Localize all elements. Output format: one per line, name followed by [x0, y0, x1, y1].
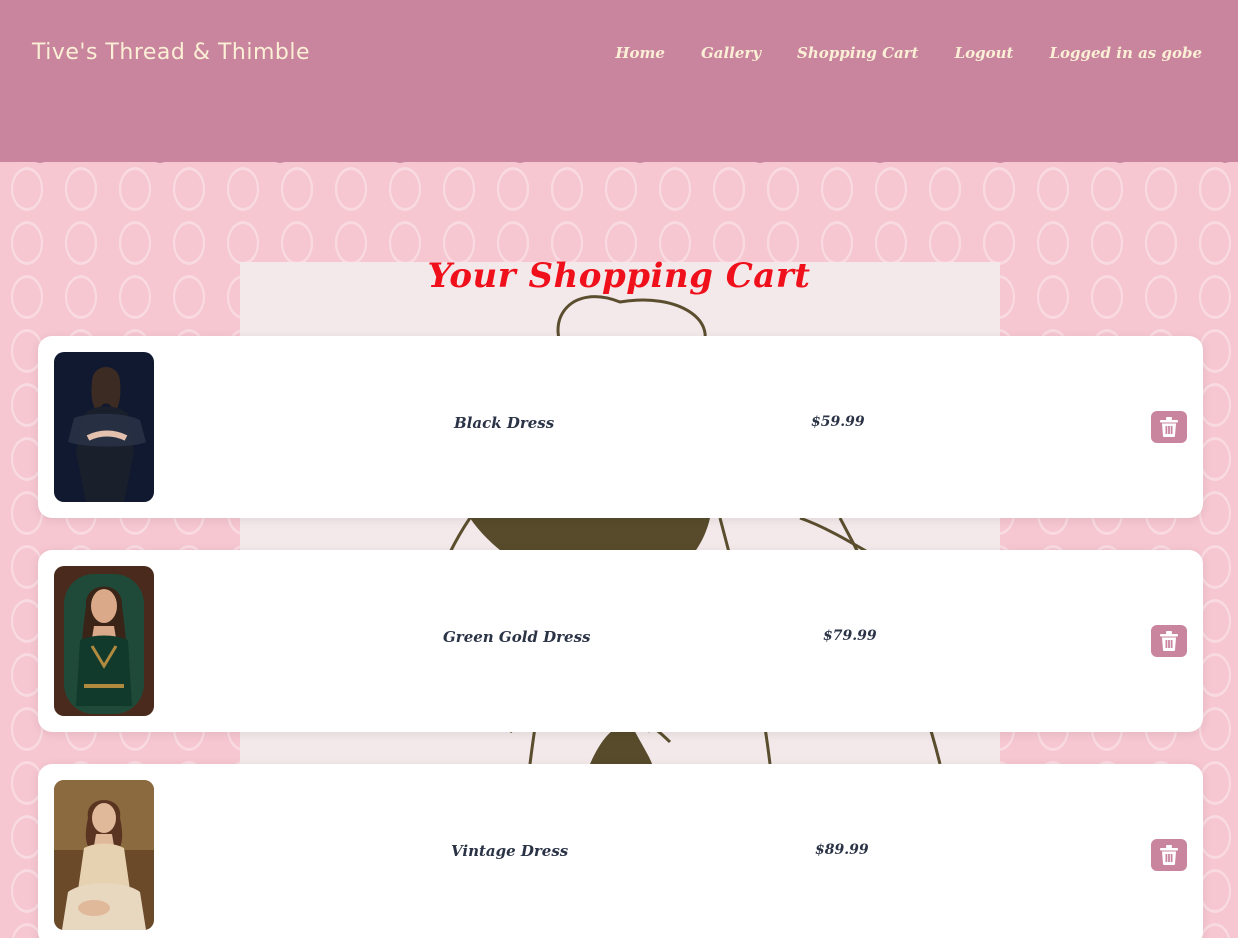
- product-image[interactable]: [54, 566, 154, 716]
- trash-icon: [1160, 845, 1178, 865]
- product-name: Green Gold Dress: [443, 628, 591, 646]
- remove-item-button[interactable]: [1151, 839, 1187, 871]
- trash-icon: [1160, 631, 1178, 651]
- cart-item: Vintage Dress $89.99: [38, 764, 1203, 938]
- nav-user-status[interactable]: Logged in as gobe: [1049, 44, 1202, 62]
- nav-home-link[interactable]: Home: [615, 44, 665, 62]
- site-header: Tive's Thread & Thimble Home Gallery Sho…: [0, 0, 1238, 162]
- nav-logout-link[interactable]: Logout: [955, 44, 1014, 62]
- product-price: $59.99: [811, 414, 865, 430]
- product-image[interactable]: [54, 352, 154, 502]
- nav-shopping-cart-link[interactable]: Shopping Cart: [797, 44, 919, 62]
- product-image[interactable]: [54, 780, 154, 930]
- product-price: $79.99: [823, 628, 877, 644]
- product-name: Vintage Dress: [451, 842, 569, 860]
- trash-icon: [1160, 417, 1178, 437]
- nav-gallery-link[interactable]: Gallery: [701, 44, 761, 62]
- remove-item-button[interactable]: [1151, 411, 1187, 443]
- cart-item: Black Dress $59.99: [38, 336, 1203, 518]
- product-price: $89.99: [815, 842, 869, 858]
- product-name: Black Dress: [454, 414, 555, 432]
- main-nav: Home Gallery Shopping Cart Logout Logged…: [615, 44, 1202, 62]
- site-brand[interactable]: Tive's Thread & Thimble: [32, 40, 310, 65]
- remove-item-button[interactable]: [1151, 625, 1187, 657]
- header-torn-edge: [0, 150, 1238, 163]
- cart-item: Green Gold Dress $79.99: [38, 550, 1203, 732]
- page-title: Your Shopping Cart: [427, 256, 811, 296]
